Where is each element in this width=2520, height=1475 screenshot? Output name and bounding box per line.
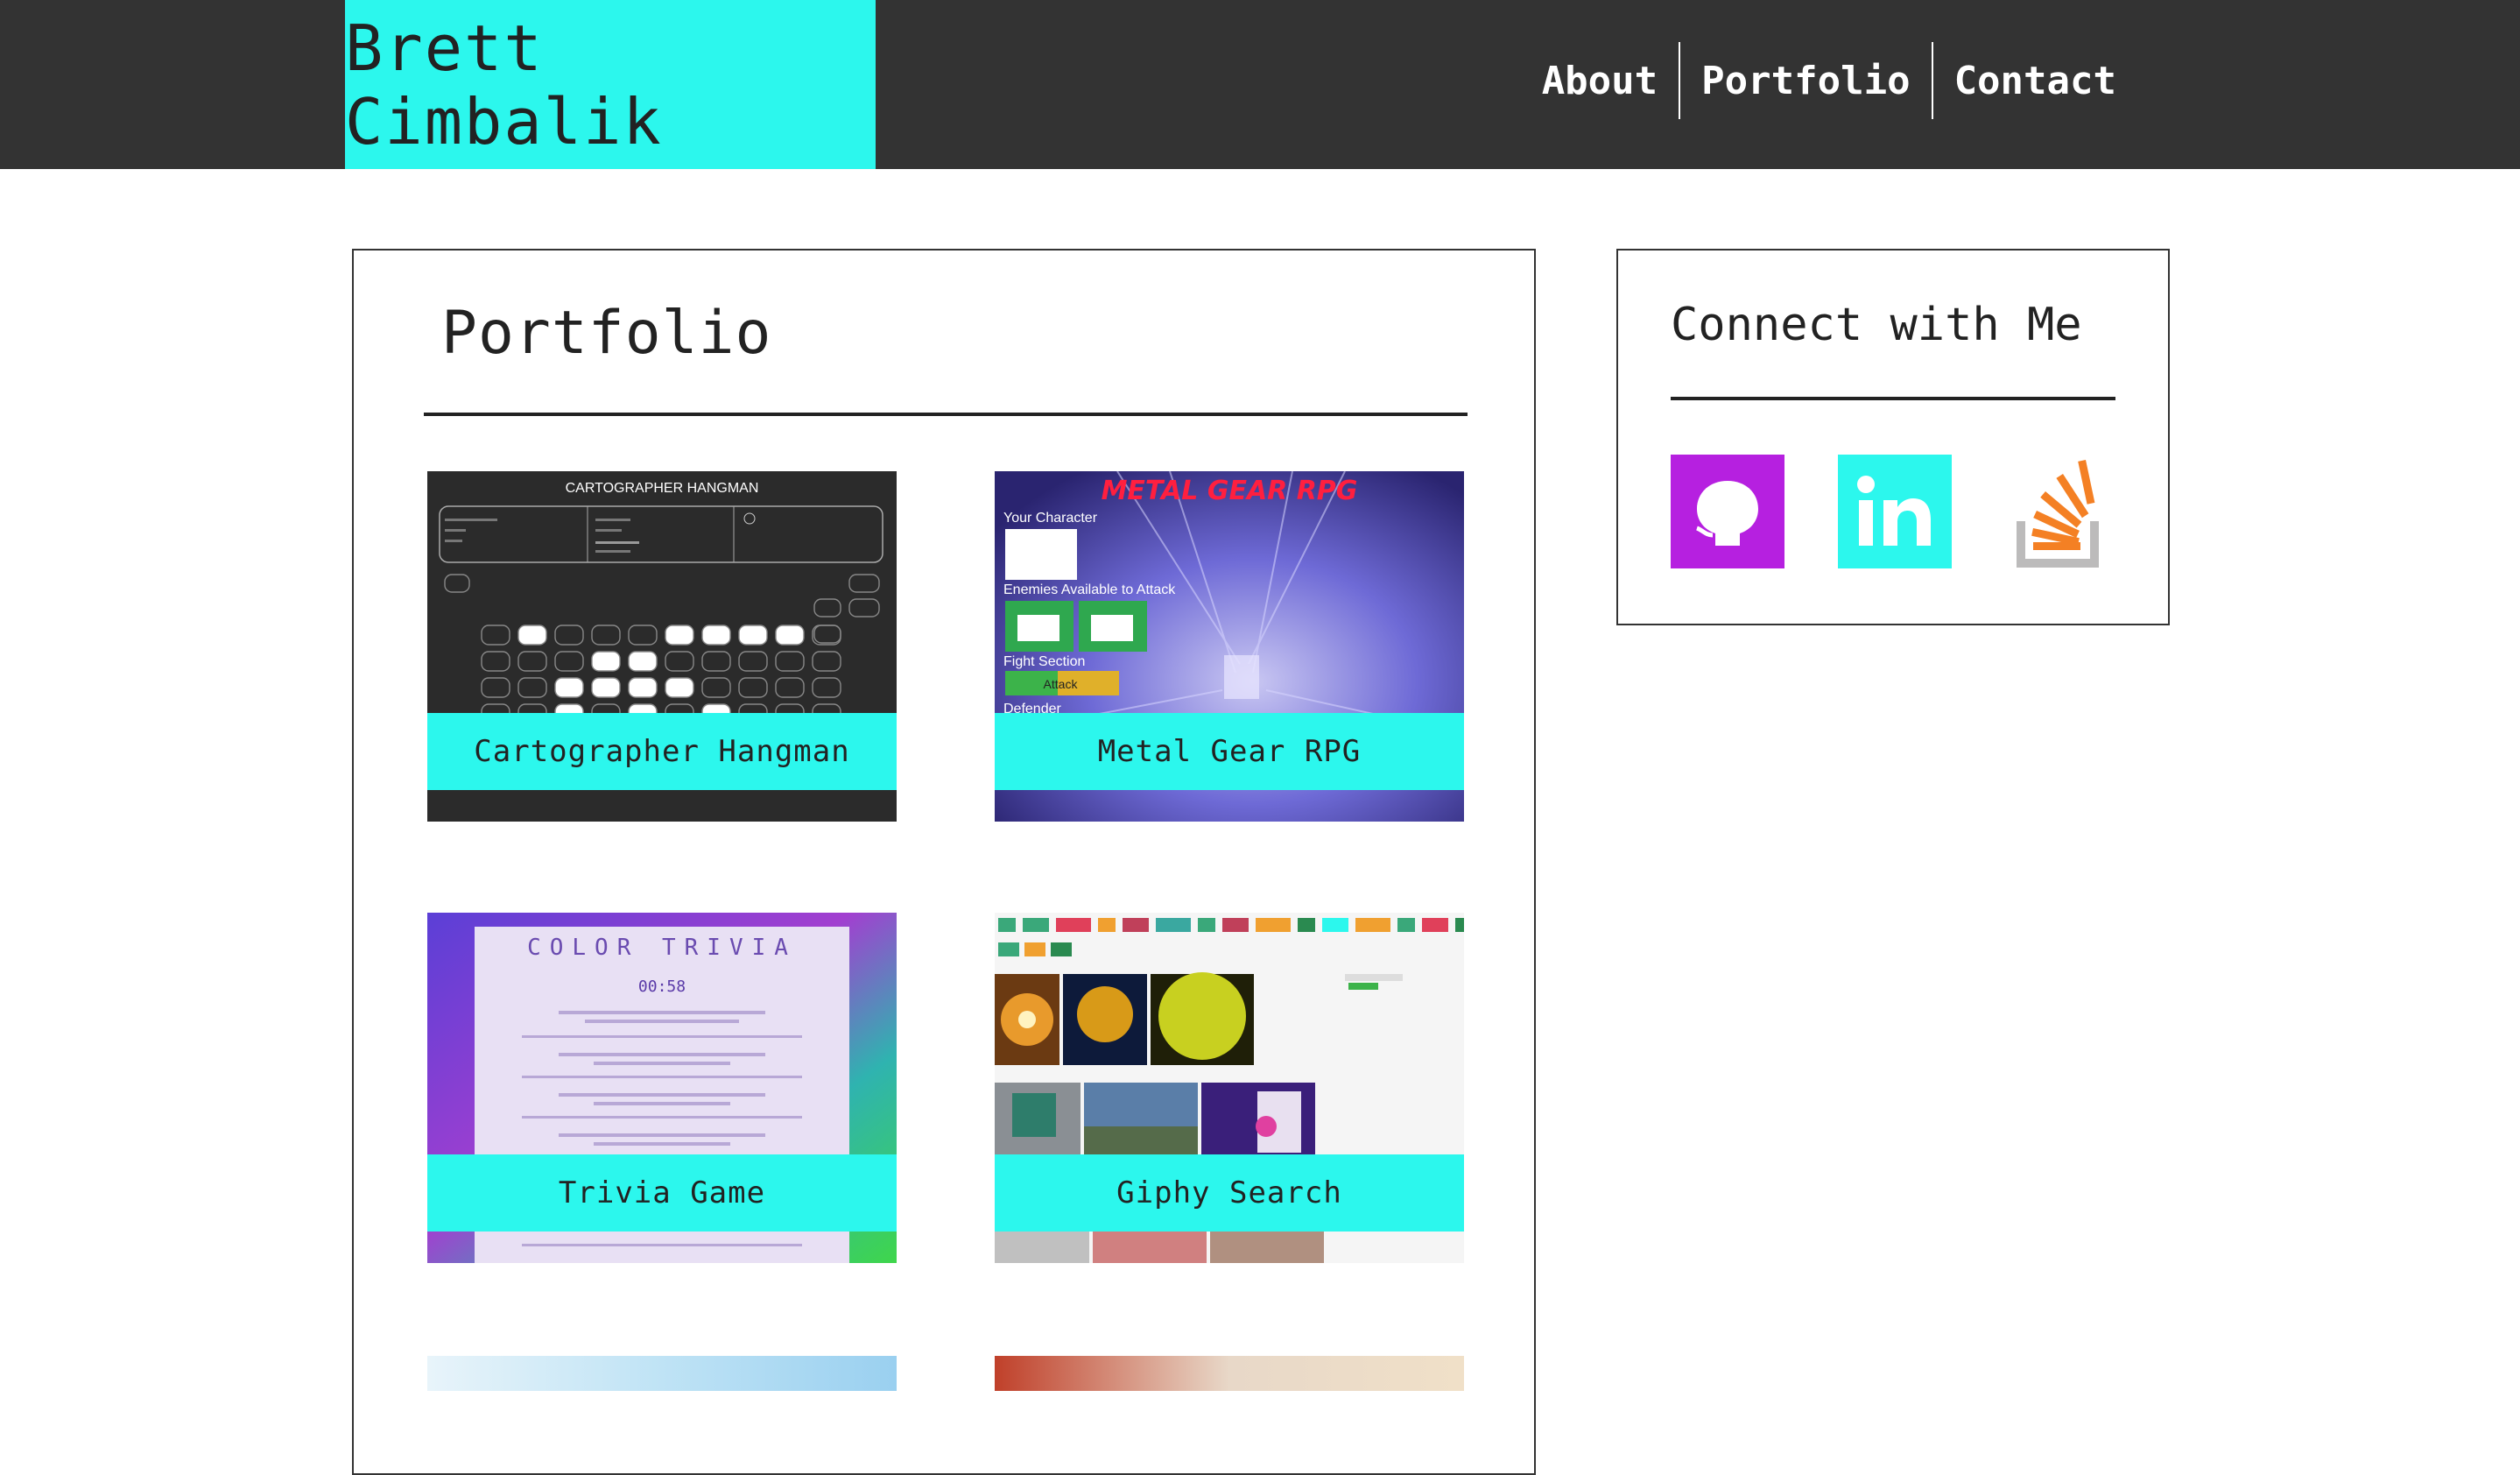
svg-text:METAL GEAR RPG: METAL GEAR RPG: [1102, 476, 1358, 506]
portfolio-panel: Portfolio CARTOGRAPHER HANGMAN Cartograp…: [352, 249, 1536, 1475]
svg-text:Fight Section: Fight Section: [1003, 654, 1085, 669]
project-card-partial[interactable]: [427, 1356, 897, 1391]
nav-link-contact[interactable]: Contact: [1933, 42, 2137, 119]
portfolio-heading: Portfolio: [441, 299, 772, 368]
github-icon[interactable]: [1671, 455, 1784, 568]
project-card-trivia[interactable]: COLOR TRIVIA 00:58 Trivia Game: [427, 913, 897, 1263]
project-card-hangman[interactable]: CARTOGRAPHER HANGMAN Cartographer Hangma…: [427, 471, 897, 822]
stackoverflow-icon[interactable]: [2005, 455, 2119, 568]
svg-text:Attack: Attack: [1044, 677, 1079, 691]
project-label: Trivia Game: [427, 1154, 897, 1232]
brand-name[interactable]: Brett Cimbalik: [345, 0, 876, 169]
connect-panel: Connect with Me: [1616, 249, 2170, 625]
linkedin-icon[interactable]: [1838, 455, 1952, 568]
svg-text:Your Character: Your Character: [1003, 511, 1098, 526]
nav-link-portfolio[interactable]: Portfolio: [1680, 42, 1931, 119]
connect-heading: Connect with Me: [1671, 299, 2082, 351]
project-label: Metal Gear RPG: [995, 713, 1464, 790]
project-card-metal-gear[interactable]: METAL GEAR RPG Your Character Enemies Av…: [995, 471, 1464, 822]
project-card-partial[interactable]: [995, 1356, 1464, 1391]
heading-divider: [1671, 397, 2115, 400]
svg-text:COLOR TRIVIA: COLOR TRIVIA: [527, 935, 797, 961]
svg-text:Enemies Available to Attack: Enemies Available to Attack: [1003, 582, 1176, 597]
svg-text:CARTOGRAPHER HANGMAN: CARTOGRAPHER HANGMAN: [566, 481, 759, 496]
nav-link-about[interactable]: About: [1521, 42, 1679, 119]
main-nav: About Portfolio Contact: [1521, 42, 2137, 119]
project-label: Giphy Search: [995, 1154, 1464, 1232]
top-navbar: Brett Cimbalik About Portfolio Contact: [0, 0, 2520, 169]
project-label: Cartographer Hangman: [427, 713, 897, 790]
project-card-giphy[interactable]: Giphy Search: [995, 913, 1464, 1263]
svg-text:00:58: 00:58: [638, 977, 686, 996]
heading-divider: [424, 413, 1468, 416]
